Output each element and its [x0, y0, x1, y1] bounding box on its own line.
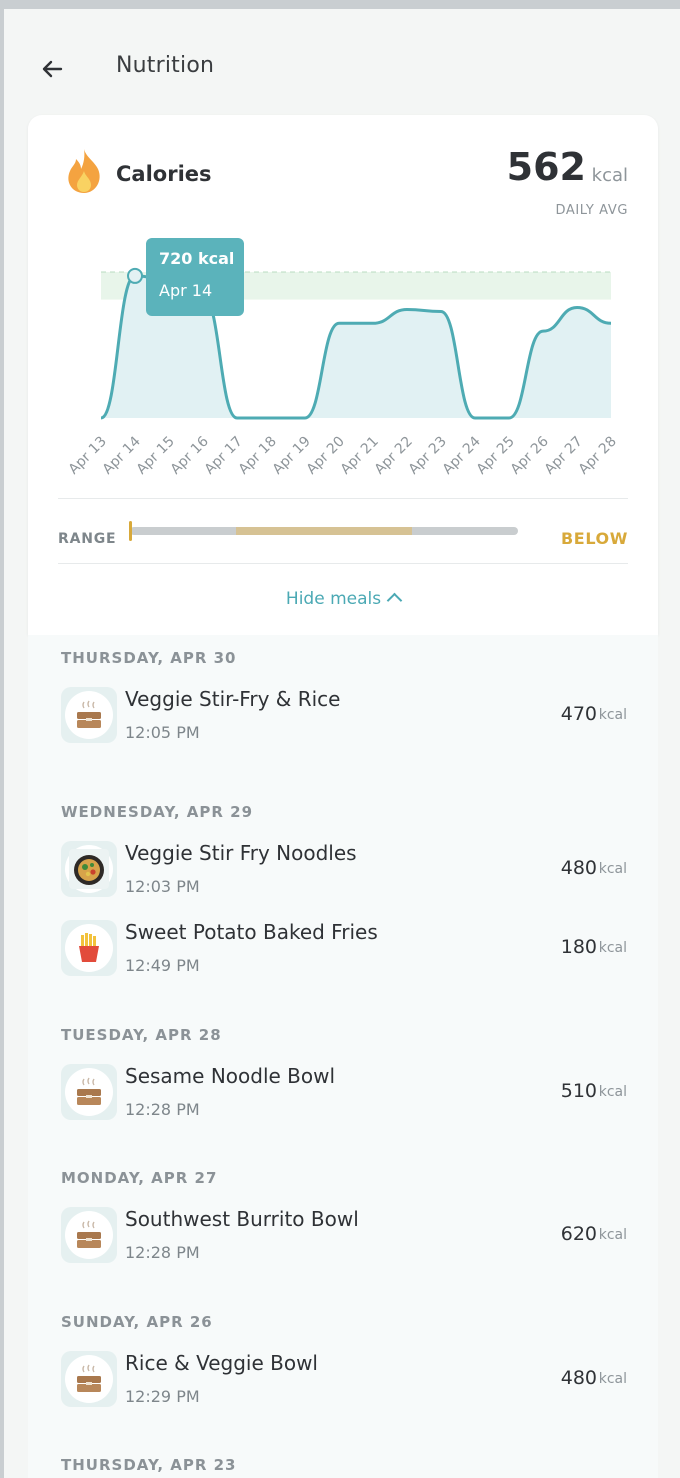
meal-kcal-unit: kcal	[598, 1084, 627, 1100]
day-header: MONDAY, APR 27	[61, 1169, 218, 1187]
range-status: BELOW	[561, 529, 628, 548]
meal-name: Sweet Potato Baked Fries	[125, 920, 378, 944]
tooltip-value: 720 kcal	[159, 249, 234, 268]
range-label: RANGE	[58, 531, 117, 547]
meal-thumbnail	[61, 920, 117, 976]
page-title: Nutrition	[116, 53, 215, 78]
calories-card: Calories 562 kcal DAILY AVG Apr 13 Apr 14…	[28, 115, 658, 635]
meal-kcal: 480	[560, 857, 597, 879]
meal-thumbnail	[61, 1064, 117, 1120]
day-header: WEDNESDAY, APR 29	[61, 803, 254, 821]
meal-kcal: 470	[560, 703, 597, 725]
meal-kcal-unit: kcal	[598, 1371, 627, 1387]
meal-item[interactable]: Rice & Veggie Bowl 12:29 PM 480 kcal	[61, 1351, 627, 1411]
meal-name: Southwest Burrito Bowl	[125, 1207, 359, 1231]
range-target-band	[236, 527, 412, 535]
takeout-box-icon	[65, 1211, 113, 1259]
range-bar	[129, 521, 518, 541]
meal-kcal: 510	[560, 1080, 597, 1102]
noodle-pan-photo	[65, 845, 113, 893]
range-marker	[129, 521, 132, 541]
meal-time: 12:28 PM	[125, 1100, 200, 1119]
meal-item[interactable]: Southwest Burrito Bowl 12:28 PM 620 kcal	[61, 1207, 627, 1267]
day-header: THURSDAY, APR 23	[61, 1456, 237, 1474]
meal-name: Sesame Noodle Bowl	[125, 1064, 336, 1088]
meal-time: 12:05 PM	[125, 723, 200, 742]
meal-kcal: 620	[560, 1223, 597, 1245]
tooltip-point	[127, 267, 143, 284]
x-tick-label: Apr 28	[576, 434, 620, 478]
takeout-box-icon	[65, 691, 113, 739]
meal-thumbnail	[61, 1207, 117, 1263]
meal-thumbnail	[61, 1351, 117, 1407]
fries-icon	[65, 924, 113, 972]
meal-item[interactable]: Veggie Stir Fry Noodles 12:03 PM 480 kcal	[61, 841, 627, 901]
meal-time: 12:28 PM	[125, 1243, 200, 1262]
meal-item[interactable]: Sesame Noodle Bowl 12:28 PM 510 kcal	[61, 1064, 627, 1124]
meal-name: Veggie Stir-Fry & Rice	[125, 687, 341, 711]
back-arrow-icon[interactable]	[36, 53, 68, 85]
day-header: TUESDAY, APR 28	[61, 1026, 222, 1044]
chevron-up-icon	[386, 592, 403, 609]
meal-kcal: 180	[560, 936, 597, 958]
app-screen: Nutrition Calories 562 kcal DAILY AVG Ap…	[4, 9, 680, 1478]
meal-list: THURSDAY, APR 30 Veggie Stir-Fry & Rice 12…	[28, 635, 658, 1478]
hide-meals-label: Hide meals	[285, 589, 382, 609]
meal-time: 12:29 PM	[125, 1387, 200, 1406]
meal-time: 12:49 PM	[125, 956, 200, 975]
day-header: SUNDAY, APR 26	[61, 1313, 213, 1331]
meal-thumbnail	[61, 841, 117, 897]
meal-name: Rice & Veggie Bowl	[125, 1351, 318, 1375]
meal-kcal-unit: kcal	[598, 1227, 627, 1243]
meal-kcal-unit: kcal	[598, 707, 627, 723]
divider	[58, 498, 628, 499]
meal-name: Veggie Stir Fry Noodles	[125, 841, 357, 865]
meal-time: 12:03 PM	[125, 877, 200, 896]
calories-chart[interactable]: Apr 13Apr 14Apr 15Apr 16Apr 17Apr 18Apr …	[28, 115, 658, 495]
hide-meals-toggle[interactable]: Hide meals	[28, 589, 658, 609]
takeout-box-icon	[65, 1068, 113, 1116]
meal-kcal-unit: kcal	[598, 940, 627, 956]
takeout-box-icon	[65, 1355, 113, 1403]
divider	[58, 563, 628, 564]
meal-thumbnail	[61, 687, 117, 743]
meal-kcal: 480	[560, 1367, 597, 1389]
meal-kcal-unit: kcal	[598, 861, 627, 877]
meal-item[interactable]: Veggie Stir-Fry & Rice 12:05 PM 470 kcal	[61, 687, 627, 747]
day-header: THURSDAY, APR 30	[61, 649, 237, 667]
tooltip-date: Apr 14	[159, 281, 212, 300]
meal-item[interactable]: Sweet Potato Baked Fries 12:49 PM 180 kcal	[61, 920, 627, 980]
